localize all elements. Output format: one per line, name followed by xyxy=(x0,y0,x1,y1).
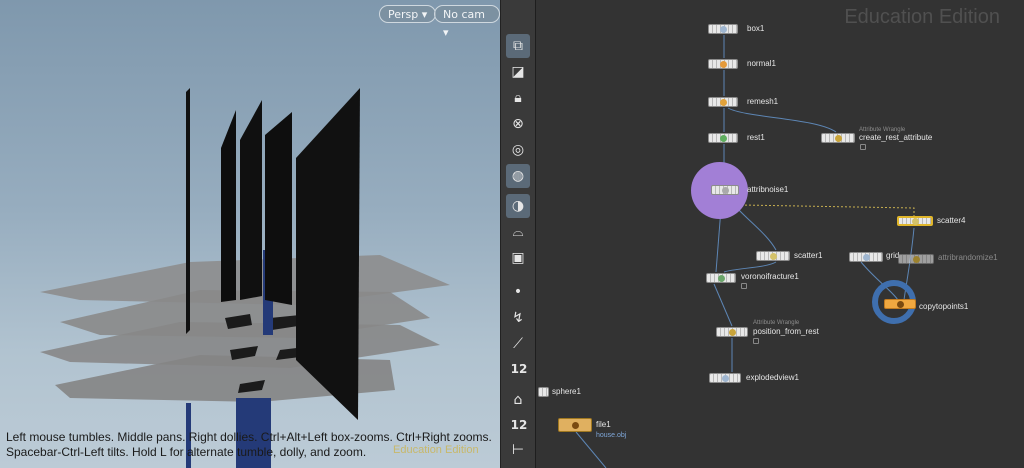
box-node-icon xyxy=(719,25,727,33)
node-attribnoise1[interactable] xyxy=(711,185,739,195)
node-sphere1[interactable] xyxy=(538,387,549,397)
lock-icon[interactable]: 🔒︎ xyxy=(506,86,530,110)
node-label-create-rest-attribute: create_rest_attribute xyxy=(859,133,933,142)
scene-viewport[interactable]: Persp ▾ No cam ▾ Left mouse tumbles. Mid… xyxy=(0,0,500,468)
network-editor[interactable]: Education Edition box1 normal1 remesh1 r… xyxy=(536,0,1024,468)
remesh-node-icon xyxy=(719,98,727,106)
viewport-watermark: Education Edition xyxy=(393,444,479,456)
node-label-scatter1: scatter1 xyxy=(794,251,823,260)
node-wires xyxy=(575,35,915,468)
scene-geometry xyxy=(40,88,450,468)
wire xyxy=(727,107,837,133)
wall-panel xyxy=(186,88,190,334)
point-number-icon[interactable]: 12 xyxy=(506,362,532,376)
normal-node-icon xyxy=(719,60,727,68)
node-explodedview1[interactable] xyxy=(709,373,741,383)
brush-icon[interactable]: ⌂ xyxy=(506,388,530,412)
pin-icon[interactable]: ⟋ xyxy=(506,332,530,356)
node-normal1[interactable] xyxy=(708,59,738,69)
wire xyxy=(713,283,733,327)
node-label-box1: box1 xyxy=(747,24,765,33)
grid-node-icon xyxy=(862,253,870,261)
node-create-rest-attribute[interactable] xyxy=(821,133,855,143)
ruler-icon[interactable]: ⊢ xyxy=(506,438,530,462)
node-copytopoints1[interactable] xyxy=(884,299,916,309)
voronoi-node-icon xyxy=(717,274,725,282)
node-box1[interactable] xyxy=(708,24,738,34)
wall-panel xyxy=(221,110,236,302)
node-label-attribnoise1: attribnoise1 xyxy=(747,185,789,194)
node-type-position-from-rest: Attribute Wrangle xyxy=(753,320,800,326)
lock-icon xyxy=(860,144,866,150)
wrangle-node-icon xyxy=(728,328,736,336)
snapshot-icon[interactable]: ▣ xyxy=(506,246,530,270)
rest-node-icon xyxy=(719,134,727,142)
viewport-toolbar: ⧉ ◪ 🔒︎ ⊗ ◎ ◍ ◑ ⌓ ▣ • ↯ ⟋ 12 ⌂ 12 ⊢ xyxy=(500,0,536,468)
node-label-copytopoints1: copytopoints1 xyxy=(919,302,969,311)
node-label-explodedview1: explodedview1 xyxy=(746,373,799,382)
wire xyxy=(723,261,777,273)
node-label-remesh1: remesh1 xyxy=(747,97,779,106)
display-options-icon[interactable]: ◎ xyxy=(506,138,530,162)
wall-panel xyxy=(240,100,262,300)
camera-menu-button[interactable]: No cam ▾ xyxy=(434,5,500,39)
copy-node-icon xyxy=(896,300,904,308)
explode-node-icon xyxy=(721,374,729,382)
node-file1[interactable] xyxy=(558,418,592,432)
scatter-node-icon xyxy=(911,217,919,225)
node-position-from-rest[interactable] xyxy=(716,327,748,337)
node-label-scatter4: scatter4 xyxy=(937,216,966,225)
wall-panel xyxy=(265,112,292,305)
lock-icon xyxy=(753,338,759,344)
node-label-rest1: rest1 xyxy=(747,133,765,142)
visualizer-icon[interactable]: ⌓ xyxy=(506,220,530,244)
node-label-sphere1: sphere1 xyxy=(552,387,581,396)
node-rest1[interactable] xyxy=(708,133,738,143)
noise-node-icon xyxy=(721,186,729,194)
node-scatter4[interactable] xyxy=(897,216,933,226)
point-icon[interactable]: • xyxy=(506,280,530,304)
node-label-voronoifracture1: voronoifracture1 xyxy=(741,272,799,281)
prim-number-icon[interactable]: 12 xyxy=(506,418,532,432)
node-voronoifracture1[interactable] xyxy=(706,273,736,283)
persp-menu-button[interactable]: Persp ▾ xyxy=(379,5,437,23)
node-sublabel-file1: house.obj xyxy=(596,432,627,439)
node-attribrandomize1[interactable] xyxy=(898,254,934,264)
persp-label: Persp xyxy=(388,8,419,21)
node-label-normal1: normal1 xyxy=(747,59,776,68)
randomize-node-icon xyxy=(912,255,920,263)
scatter-node-icon xyxy=(769,252,777,260)
wrangle-node-icon xyxy=(834,134,842,142)
view-mode-icon[interactable]: ⧉ xyxy=(506,34,530,58)
node-label-position-from-rest: position_from_rest xyxy=(753,327,819,336)
file-node-icon xyxy=(571,421,579,429)
lasso-icon[interactable]: ↯ xyxy=(506,306,530,330)
camera-label: No cam xyxy=(443,8,485,21)
lock-icon xyxy=(741,283,747,289)
shading-icon[interactable]: ◑ xyxy=(506,194,530,218)
node-scatter1[interactable] xyxy=(756,251,790,261)
dotted-wire xyxy=(740,204,915,216)
selection-icon[interactable]: ◪ xyxy=(506,60,530,84)
node-grid[interactable] xyxy=(849,252,883,262)
ghost-icon[interactable]: ⊗ xyxy=(506,112,530,136)
node-label-file1: file1 xyxy=(596,420,611,429)
light-icon[interactable]: ◍ xyxy=(506,164,530,188)
hint-line-1: Left mouse tumbles. Middle pans. Right d… xyxy=(6,430,492,444)
node-label-attribrandomize1: attribrandomize1 xyxy=(938,253,998,262)
node-remesh1[interactable] xyxy=(708,97,738,107)
